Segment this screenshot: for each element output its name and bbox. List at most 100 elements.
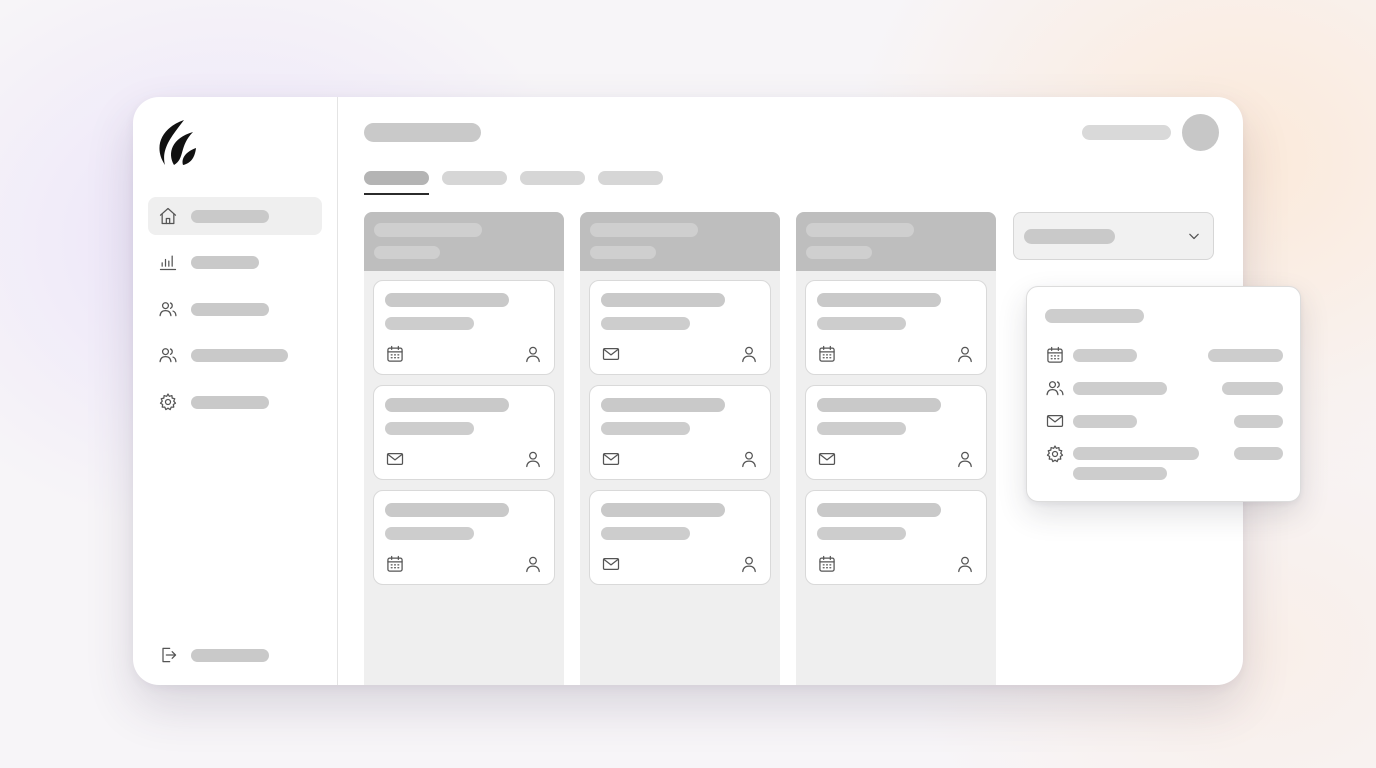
user-icon[interactable] (955, 344, 975, 364)
board-column (580, 212, 780, 685)
users-icon (158, 345, 178, 365)
column-header (364, 212, 564, 271)
mail-icon (601, 344, 621, 364)
sidebar-item-team[interactable] (148, 290, 322, 328)
task-card[interactable] (373, 385, 555, 480)
task-card[interactable] (805, 280, 987, 375)
filter-dropdown[interactable] (1013, 212, 1214, 260)
logout-label (191, 649, 269, 662)
avatar[interactable] (1182, 114, 1219, 151)
card-subtitle (601, 317, 690, 330)
details-popover (1026, 286, 1301, 502)
tab-label (364, 171, 429, 185)
column-title (806, 223, 914, 237)
task-card[interactable] (373, 280, 555, 375)
user-icon[interactable] (955, 554, 975, 574)
sidebar-item-label (191, 349, 288, 362)
task-card[interactable] (589, 385, 771, 480)
column-header (580, 212, 780, 271)
column-subtitle (806, 246, 872, 259)
user-icon[interactable] (523, 449, 543, 469)
tab-3[interactable] (520, 171, 585, 187)
sidebar-item-settings[interactable] (148, 383, 322, 421)
gear-icon (158, 392, 178, 412)
user-name (1082, 125, 1171, 140)
card-subtitle (817, 527, 906, 540)
popover-row-label-line-2 (1073, 467, 1167, 480)
calendar-icon (385, 554, 405, 574)
tab-2[interactable] (442, 171, 507, 187)
board-column (364, 212, 564, 685)
sidebar-item-contacts[interactable] (148, 336, 322, 374)
column-subtitle (374, 246, 440, 259)
popover-row-label (1073, 349, 1137, 362)
task-card[interactable] (805, 490, 987, 585)
popover-row-label (1073, 447, 1199, 460)
mail-icon (817, 449, 837, 469)
card-subtitle (601, 527, 690, 540)
tab-label (520, 171, 585, 185)
tab-4[interactable] (598, 171, 663, 187)
mail-icon (1045, 411, 1065, 431)
board-column (796, 212, 996, 685)
task-card[interactable] (373, 490, 555, 585)
card-subtitle (385, 422, 474, 435)
popover-row-value (1234, 415, 1283, 428)
mail-icon (601, 554, 621, 574)
gear-icon (1045, 444, 1065, 464)
tab-1[interactable] (364, 171, 429, 187)
task-card[interactable] (805, 385, 987, 480)
tab-label (442, 171, 507, 185)
card-title (601, 398, 725, 412)
column-subtitle (590, 246, 656, 259)
card-title (601, 503, 725, 517)
card-title (817, 293, 941, 307)
calendar-icon (817, 554, 837, 574)
sidebar-item-label (191, 210, 269, 223)
card-title (385, 398, 509, 412)
task-card[interactable] (589, 490, 771, 585)
column-title (590, 223, 698, 237)
popover-title (1045, 309, 1144, 323)
card-title (817, 398, 941, 412)
tab-label (598, 171, 663, 185)
card-subtitle (601, 422, 690, 435)
popover-row-label (1073, 415, 1137, 428)
card-title (601, 293, 725, 307)
popover-row-value (1234, 447, 1283, 460)
bar-chart-icon (158, 252, 178, 272)
user-icon[interactable] (739, 554, 759, 574)
card-subtitle (817, 422, 906, 435)
chevron-down-icon (1184, 226, 1204, 246)
sidebar-item-label (191, 303, 269, 316)
home-icon (158, 206, 178, 226)
card-subtitle (385, 317, 474, 330)
user-icon[interactable] (739, 344, 759, 364)
logout-icon (158, 645, 178, 665)
sidebar-item-analytics[interactable] (148, 243, 322, 281)
flame-logo-icon[interactable] (157, 119, 197, 167)
popover-row-value (1208, 349, 1283, 362)
user-icon[interactable] (523, 344, 543, 364)
sidebar-item-home[interactable] (148, 197, 322, 235)
user-icon[interactable] (739, 449, 759, 469)
card-title (385, 293, 509, 307)
sidebar (133, 97, 338, 685)
user-icon[interactable] (955, 449, 975, 469)
calendar-icon (1045, 345, 1065, 365)
dropdown-selected-value (1024, 229, 1115, 244)
task-card[interactable] (589, 280, 771, 375)
logout-button[interactable] (148, 636, 322, 674)
popover-row-value (1222, 382, 1283, 395)
mail-icon (385, 449, 405, 469)
sidebar-item-label (191, 256, 259, 269)
users-icon (1045, 378, 1065, 398)
sidebar-item-label (191, 396, 269, 409)
page-title (364, 123, 481, 142)
popover-row-label (1073, 382, 1167, 395)
card-title (817, 503, 941, 517)
active-tab-indicator (364, 193, 429, 195)
card-title (385, 503, 509, 517)
mail-icon (601, 449, 621, 469)
user-icon[interactable] (523, 554, 543, 574)
